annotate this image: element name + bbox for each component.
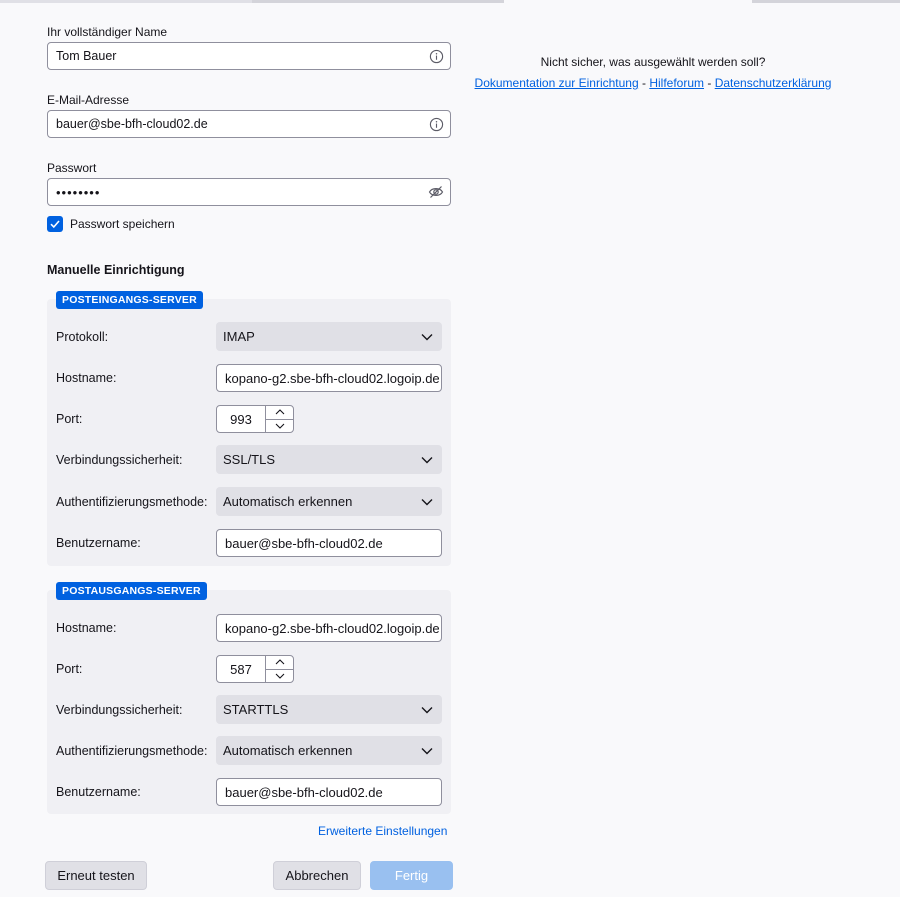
email-value[interactable]: bauer@sbe-bfh-cloud02.de	[56, 117, 422, 131]
info-icon	[422, 111, 450, 137]
incoming-security-value: SSL/TLS	[223, 452, 276, 467]
incoming-server-badge: POSTEINGANGS-SERVER	[56, 291, 203, 309]
email-field[interactable]: bauer@sbe-bfh-cloud02.de	[47, 110, 451, 138]
link-separator: -	[707, 76, 712, 90]
incoming-port-value[interactable]: 993	[217, 412, 265, 427]
chevron-down-icon	[412, 706, 442, 714]
chevron-down-icon	[412, 498, 442, 506]
outgoing-port-stepper[interactable]: 587	[216, 655, 294, 683]
tab-strip-segment	[0, 0, 252, 3]
password-field[interactable]: ••••••••	[47, 178, 451, 206]
docs-link[interactable]: Dokumentation zur Einrichtung	[475, 76, 639, 90]
chevron-down-icon	[412, 456, 442, 464]
outgoing-security-label: Verbindungssicherheit:	[56, 703, 183, 717]
port-spinner[interactable]	[265, 406, 293, 432]
incoming-security-select[interactable]: SSL/TLS	[216, 445, 442, 474]
incoming-auth-select[interactable]: Automatisch erkennen	[216, 487, 442, 516]
outgoing-auth-select[interactable]: Automatisch erkennen	[216, 736, 442, 765]
email-label: E-Mail-Adresse	[47, 93, 130, 107]
incoming-username-label: Benutzername:	[56, 536, 141, 550]
incoming-port-stepper[interactable]: 993	[216, 405, 294, 433]
help-box: Nicht sicher, was ausgewählt werden soll…	[470, 52, 836, 94]
incoming-auth-value: Automatisch erkennen	[223, 494, 353, 509]
link-separator: -	[641, 76, 646, 90]
incoming-username-input[interactable]: bauer@sbe-bfh-cloud02.de	[216, 529, 442, 557]
manual-setup-title: Manuelle Einrichtigung	[47, 263, 185, 277]
incoming-protocol-label: Protokoll:	[56, 330, 109, 344]
privacy-link[interactable]: Datenschutzerklärung	[715, 76, 832, 90]
cancel-button[interactable]: Abbrechen	[273, 861, 361, 890]
chevron-down-icon	[412, 747, 442, 755]
incoming-auth-label: Authentifizierungsmethode:	[56, 495, 208, 509]
help-links: Dokumentation zur Einrichtung - Hilfefor…	[470, 73, 836, 94]
outgoing-port-label: Port:	[56, 662, 83, 676]
password-label: Passwort	[47, 161, 97, 175]
outgoing-port-value[interactable]: 587	[217, 662, 265, 677]
outgoing-security-select[interactable]: STARTTLS	[216, 695, 442, 724]
password-value[interactable]: ••••••••	[56, 185, 422, 200]
incoming-port-label: Port:	[56, 412, 83, 426]
remember-password-checkbox[interactable]	[47, 216, 63, 232]
forum-link[interactable]: Hilfeforum	[649, 76, 704, 90]
tab-strip-segment	[252, 0, 504, 3]
chevron-down-icon[interactable]	[266, 670, 293, 683]
eye-slash-icon[interactable]	[422, 179, 450, 205]
chevron-down-icon	[412, 333, 442, 341]
chevron-down-icon[interactable]	[266, 420, 293, 433]
chevron-up-icon[interactable]	[266, 406, 293, 420]
incoming-hostname-input[interactable]: kopano-g2.sbe-bfh-cloud02.logoip.de	[216, 364, 442, 392]
outgoing-security-value: STARTTLS	[223, 702, 289, 717]
done-button[interactable]: Fertig	[370, 861, 453, 890]
tab-strip-segment	[752, 0, 900, 3]
name-field[interactable]: Tom Bauer	[47, 42, 451, 70]
outgoing-hostname-input[interactable]: kopano-g2.sbe-bfh-cloud02.logoip.de	[216, 614, 442, 642]
info-icon	[422, 43, 450, 69]
incoming-hostname-label: Hostname:	[56, 371, 117, 385]
outgoing-hostname-label: Hostname:	[56, 621, 117, 635]
remember-password-label: Passwort speichern	[70, 217, 175, 231]
retest-button[interactable]: Erneut testen	[45, 861, 147, 890]
advanced-settings-link[interactable]: Erweiterte Einstellungen	[318, 824, 447, 838]
remember-password-row[interactable]: Passwort speichern	[47, 216, 175, 232]
incoming-security-label: Verbindungssicherheit:	[56, 453, 183, 467]
outgoing-username-input[interactable]: bauer@sbe-bfh-cloud02.de	[216, 778, 442, 806]
top-tab-strip	[0, 0, 900, 3]
incoming-protocol-value: IMAP	[223, 329, 255, 344]
chevron-up-icon[interactable]	[266, 656, 293, 670]
outgoing-auth-label: Authentifizierungsmethode:	[56, 744, 208, 758]
outgoing-username-label: Benutzername:	[56, 785, 141, 799]
name-label: Ihr vollständiger Name	[47, 25, 168, 39]
port-spinner[interactable]	[265, 656, 293, 682]
outgoing-server-badge: POSTAUSGANGS-SERVER	[56, 582, 207, 600]
incoming-protocol-select[interactable]: IMAP	[216, 322, 442, 351]
checkmark-icon	[50, 220, 60, 229]
name-value[interactable]: Tom Bauer	[56, 49, 422, 63]
help-question: Nicht sicher, was ausgewählt werden soll…	[540, 55, 766, 69]
outgoing-auth-value: Automatisch erkennen	[223, 743, 353, 758]
